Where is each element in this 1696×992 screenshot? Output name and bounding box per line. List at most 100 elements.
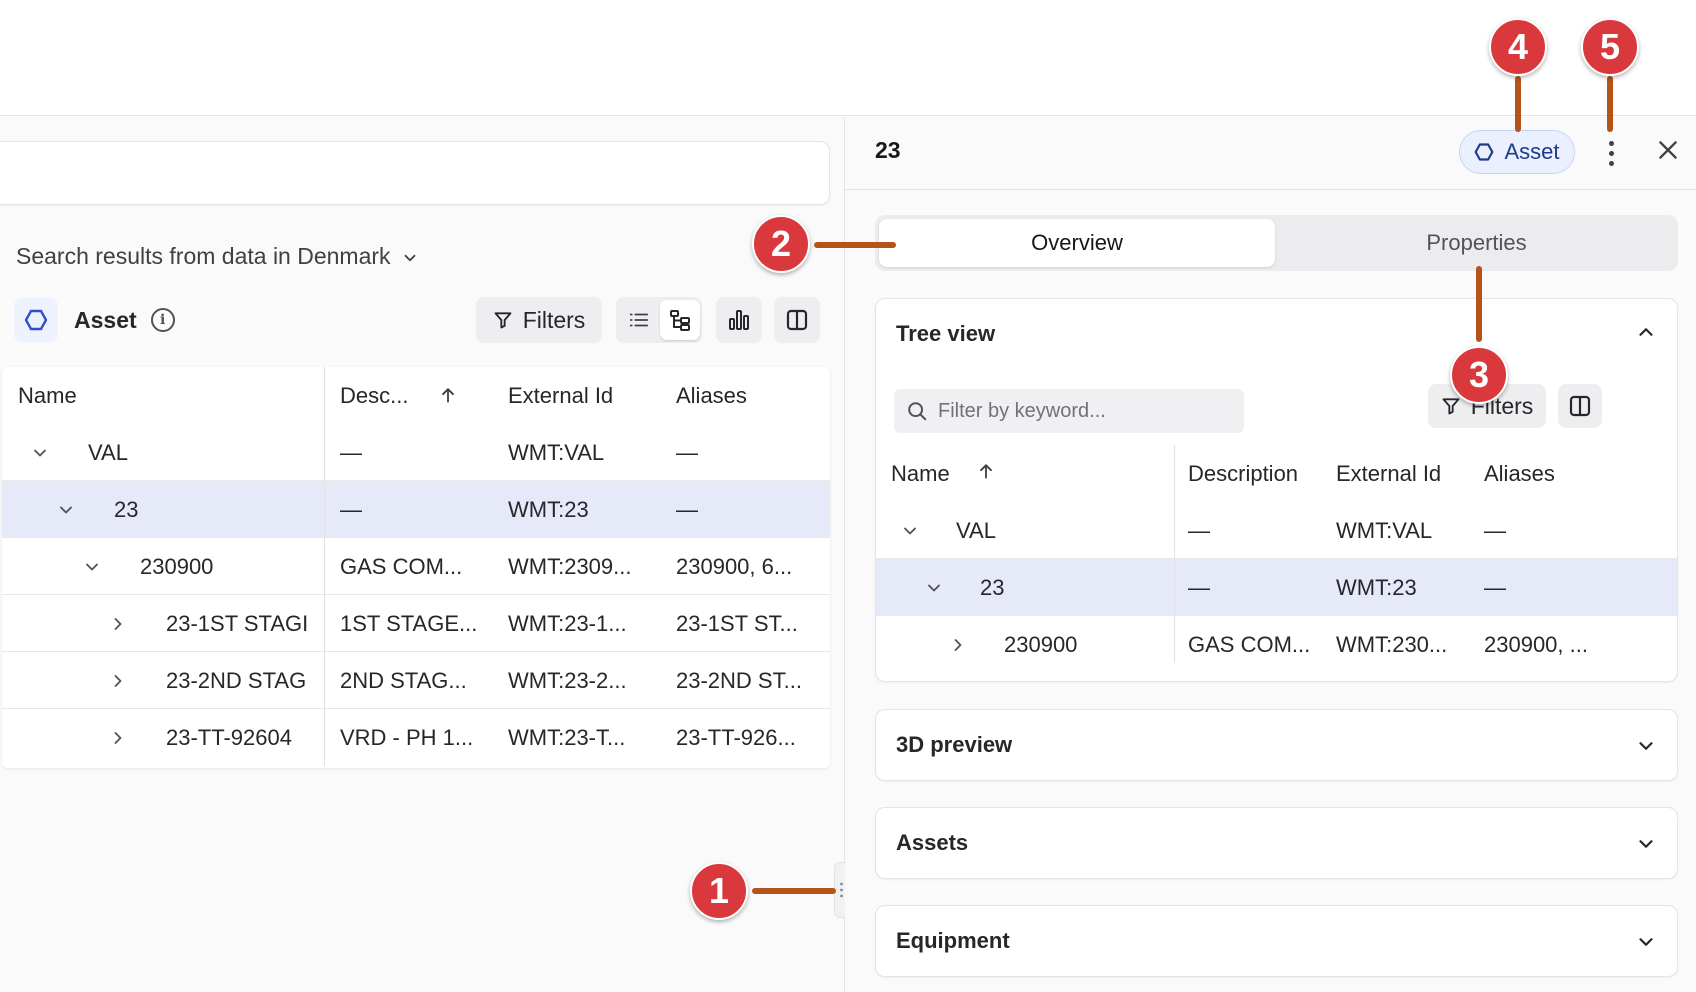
section-title: Equipment [896,928,1010,953]
sort-ascending-icon[interactable] [976,461,996,481]
column-header-name[interactable]: Name [891,445,950,502]
expand-chevron-icon[interactable] [108,652,128,709]
column-header-description[interactable]: Description [1188,445,1298,502]
cell-aliases: 230900, 6... [676,554,793,579]
column-header-aliases[interactable]: Aliases [676,367,747,424]
table-row[interactable]: 230900 GAS COM... WMT:2309... 230900, 6.… [2,538,830,595]
table-header: Name Description External Id Aliases [876,445,1677,502]
tab-properties[interactable]: Properties [1279,219,1674,267]
tab-overview[interactable]: Overview [879,219,1275,267]
collapse-chevron-icon[interactable] [82,538,102,595]
asset-type-chip[interactable]: Asset [1459,130,1575,174]
cell-name: 23-TT-92604 [166,725,292,750]
column-divider [324,595,325,651]
cell-description: — [340,440,362,465]
expand-chevron-icon[interactable] [108,595,128,652]
section-assets[interactable]: Assets [875,807,1678,879]
tree-filter-field[interactable] [894,389,1244,433]
tree-toggle-panel-button[interactable] [1558,384,1602,428]
column-header-external-id[interactable]: External Id [508,367,613,424]
collapse-chevron-icon[interactable] [56,481,76,538]
cell-external-id: WMT:VAL [508,440,605,465]
collapse-chevron-icon[interactable] [924,559,944,616]
table-row[interactable]: 23-1ST STAGI 1ST STAGE... WMT:23-1... 23… [2,595,830,652]
callout-line [1476,266,1482,342]
section-title: 3D preview [896,732,1013,757]
info-icon[interactable]: i [150,308,175,332]
toggle-panel-button[interactable] [774,297,820,343]
cell-name: 23-2ND STAG [166,668,307,693]
section-title: Assets [896,830,969,855]
tree-filter-input[interactable] [938,399,1228,423]
table-row[interactable]: 23-TT-92604 VRD - PH 1... WMT:23-T... 23… [2,709,830,766]
section-equipment[interactable]: Equipment [875,905,1678,977]
tree-view-button[interactable] [660,300,700,340]
filters-label: Filters [522,306,586,333]
close-icon[interactable] [1653,137,1683,167]
filters-button[interactable]: Filters [476,297,602,343]
cell-name: 230900 [1004,632,1078,657]
expand-chevron-icon[interactable] [948,616,968,663]
table-header: Name Desc... External Id Aliases [2,367,830,424]
asset-type-label: Asset [1504,139,1560,164]
column-header-name[interactable]: Name [18,367,77,424]
table-row[interactable]: 23-2ND STAG 2ND STAG... WMT:23-2... 23-2… [2,652,830,709]
search-results-panel: Search results from data in Denmark Asse… [0,117,844,992]
expand-chevron-icon[interactable] [108,709,128,766]
cell-aliases: — [1484,518,1506,543]
cell-external-id: WMT:23-T... [508,725,626,750]
column-divider [324,538,325,594]
chevron-down-icon[interactable] [1635,931,1657,953]
chevron-up-icon[interactable] [1635,321,1657,343]
callout-line [1607,76,1613,132]
column-divider [324,424,325,480]
collapse-chevron-icon[interactable] [30,424,50,481]
sort-ascending-icon[interactable] [438,385,458,405]
cell-description: GAS COM... [340,554,463,579]
column-divider [324,652,325,708]
data-scope-selector[interactable]: Search results from data in Denmark [16,241,419,271]
table-row-selected[interactable]: 23 — WMT:23 — [2,481,830,538]
chevron-down-icon[interactable] [1635,833,1657,855]
list-icon [629,313,649,327]
cell-aliases: — [676,497,698,522]
cell-external-id: WMT:VAL [1336,518,1433,543]
split-panel-icon [786,309,808,331]
column-divider[interactable] [1174,445,1175,502]
search-icon [908,402,927,421]
table-row[interactable]: 230900 GAS COM... WMT:230... 230900, ... [876,616,1677,663]
cell-name: 230900 [140,554,214,579]
column-divider [324,481,325,537]
list-view-button[interactable] [620,301,658,339]
callout-badge-3: 3 [1450,346,1508,404]
callout-line [1515,76,1521,132]
search-bar[interactable] [0,141,830,205]
column-divider[interactable] [324,367,325,424]
cell-description: GAS COM... [1188,632,1311,657]
chevron-down-icon[interactable] [1635,735,1657,757]
table-row-selected[interactable]: 23 — WMT:23 — [876,559,1677,616]
column-header-description[interactable]: Desc... [340,367,408,424]
callout-badge-5: 5 [1581,18,1639,76]
more-options-icon[interactable] [1599,135,1623,171]
column-divider [324,709,325,766]
table-row[interactable]: VAL — WMT:VAL — [876,502,1677,559]
cell-aliases: 23-TT-926... [676,725,796,750]
table-row[interactable]: VAL — WMT:VAL — [2,424,830,481]
cell-description: — [1188,575,1210,600]
top-bar [0,0,1696,116]
tree-view-title: Tree view [896,321,996,346]
cell-aliases: 230900, ... [1484,632,1588,657]
column-header-aliases[interactable]: Aliases [1484,445,1555,502]
cell-external-id: WMT:230... [1336,632,1448,657]
cell-name: 23 [980,575,1005,600]
column-divider [1174,502,1175,558]
section-3d-preview[interactable]: 3D preview [875,709,1678,781]
cell-external-id: WMT:23 [1336,575,1417,600]
chart-view-button[interactable] [716,297,762,343]
detail-tabs: Overview Properties [875,215,1678,271]
cell-aliases: 23-1ST ST... [676,611,798,636]
collapse-chevron-icon[interactable] [900,502,920,559]
column-header-external-id[interactable]: External Id [1336,445,1441,502]
view-mode-toggle [616,297,702,343]
